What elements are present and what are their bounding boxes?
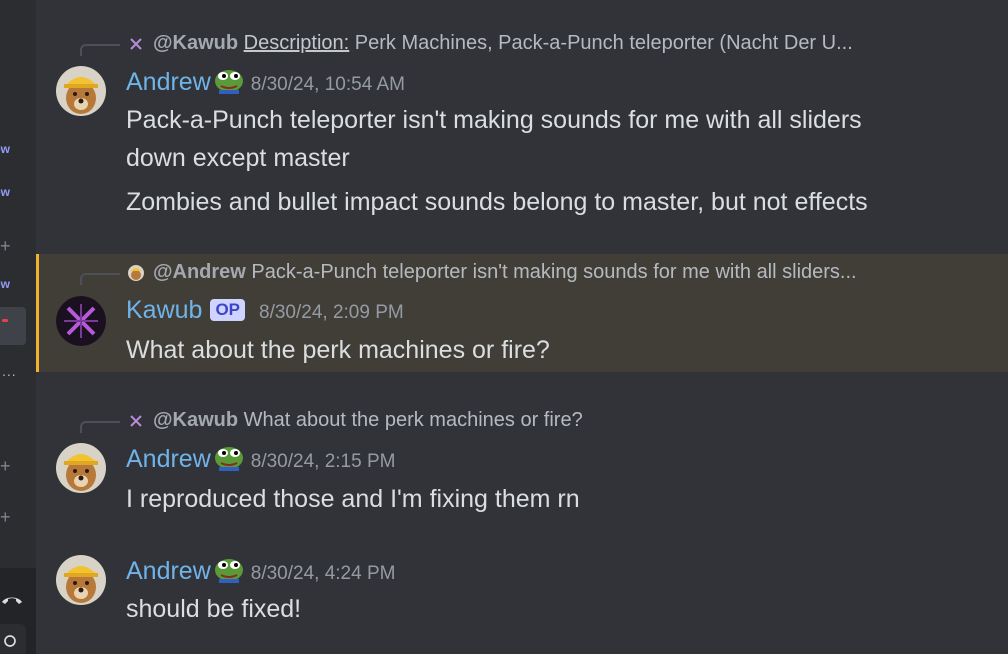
message-text: What about the perk machines or fire? xyxy=(126,336,550,364)
avatar[interactable] xyxy=(56,443,106,493)
kawub-avatar-icon xyxy=(56,296,106,346)
reply-spine xyxy=(80,421,120,433)
reply-content: What about the perk machines or fire? xyxy=(243,409,583,431)
message-header: Kawub OP 8/30/24, 2:09 PM xyxy=(126,296,404,325)
message-highlighted[interactable]: @Andrew Pack-a-Punch teleporter isn't ma… xyxy=(36,254,1008,372)
reply-text: @Kawub What about the perk machines or f… xyxy=(153,409,583,432)
reply-description-label: Description: xyxy=(243,32,350,54)
username[interactable]: Andrew xyxy=(126,445,211,473)
new-badge[interactable]: ew xyxy=(0,185,30,199)
timestamp: 8/30/24, 10:54 AM xyxy=(250,74,405,95)
settings-button[interactable] xyxy=(0,624,26,654)
reply-content: Perk Machines, Pack-a-Punch teleporter (… xyxy=(354,32,853,54)
reply-preview[interactable]: @Kawub Description: Perk Machines, Pack-… xyxy=(36,32,1008,56)
timestamp: 8/30/24, 2:09 PM xyxy=(259,302,404,323)
timestamp: 8/30/24, 2:15 PM xyxy=(250,451,396,472)
op-badge: OP xyxy=(210,299,246,321)
message-header: Andrew 8/30/24, 2:15 PM xyxy=(126,443,395,474)
reply-preview[interactable]: @Andrew Pack-a-Punch teleporter isn't ma… xyxy=(36,261,1008,285)
reply-mention[interactable]: @Kawub xyxy=(153,409,238,431)
timestamp: 8/30/24, 4:24 PM xyxy=(250,563,396,584)
gear-icon xyxy=(4,635,16,647)
message-text: Pack-a-Punch teleporter isn't making sou… xyxy=(126,106,862,134)
message[interactable]: Andrew 8/30/24, 4:24 PM should be fixed! xyxy=(36,552,1008,642)
message[interactable]: @Kawub What about the perk machines or f… xyxy=(36,406,1008,516)
more-icon[interactable]: ... xyxy=(2,363,36,379)
message-text: I reproduced those and I'm fixing them r… xyxy=(126,485,580,513)
voice-bar xyxy=(0,568,36,654)
dog-avatar-icon xyxy=(56,555,106,605)
message-header: Andrew 8/30/24, 4:24 PM xyxy=(126,555,395,586)
pepe-frog-icon[interactable] xyxy=(213,66,245,94)
reply-mention[interactable]: @Kawub xyxy=(153,32,238,54)
message-list: @Kawub Description: Perk Machines, Pack-… xyxy=(36,0,1008,654)
dog-avatar-icon xyxy=(56,66,106,116)
username[interactable]: Andrew xyxy=(126,68,211,96)
message-text: down except master xyxy=(126,144,350,172)
reply-text: @Andrew Pack-a-Punch teleporter isn't ma… xyxy=(153,261,857,284)
kawub-mini-avatar xyxy=(130,38,142,50)
message[interactable]: @Kawub Description: Perk Machines, Pack-… xyxy=(36,28,1008,228)
message-header: Andrew 8/30/24, 10:54 AM xyxy=(126,66,405,97)
username[interactable]: Kawub xyxy=(126,296,202,324)
new-badge[interactable]: ew xyxy=(0,277,30,291)
phone-hangup-icon[interactable] xyxy=(0,588,24,612)
unread-mark xyxy=(2,319,8,322)
message-text: should be fixed! xyxy=(126,595,302,623)
plus-icon[interactable]: + xyxy=(0,456,36,477)
avatar[interactable] xyxy=(56,555,106,605)
discord-window: ew ew + ew ... + + xyxy=(0,0,1008,654)
username[interactable]: Andrew xyxy=(126,557,211,585)
plus-icon[interactable]: + xyxy=(0,507,36,528)
andrew-mini-avatar xyxy=(128,265,144,281)
selected-channel[interactable] xyxy=(0,307,26,345)
dog-avatar-icon xyxy=(56,443,106,493)
reply-preview[interactable]: @Kawub What about the perk machines or f… xyxy=(36,409,1008,433)
reply-spine xyxy=(80,44,120,56)
reply-text: @Kawub Description: Perk Machines, Pack-… xyxy=(153,32,853,55)
avatar[interactable] xyxy=(56,66,106,116)
channel-sidebar: ew ew + ew ... + + xyxy=(0,0,36,654)
kawub-mini-avatar xyxy=(130,415,142,427)
avatar[interactable] xyxy=(56,296,106,346)
plus-icon[interactable]: + xyxy=(0,236,36,257)
reply-spine xyxy=(80,273,120,285)
pepe-frog-icon[interactable] xyxy=(213,555,245,583)
new-badge[interactable]: ew xyxy=(0,142,30,156)
pepe-frog-icon[interactable] xyxy=(213,443,245,471)
reply-content: Pack-a-Punch teleporter isn't making sou… xyxy=(251,261,857,283)
reply-mention[interactable]: @Andrew xyxy=(153,261,246,283)
message-text: Zombies and bullet impact sounds belong … xyxy=(126,188,868,216)
